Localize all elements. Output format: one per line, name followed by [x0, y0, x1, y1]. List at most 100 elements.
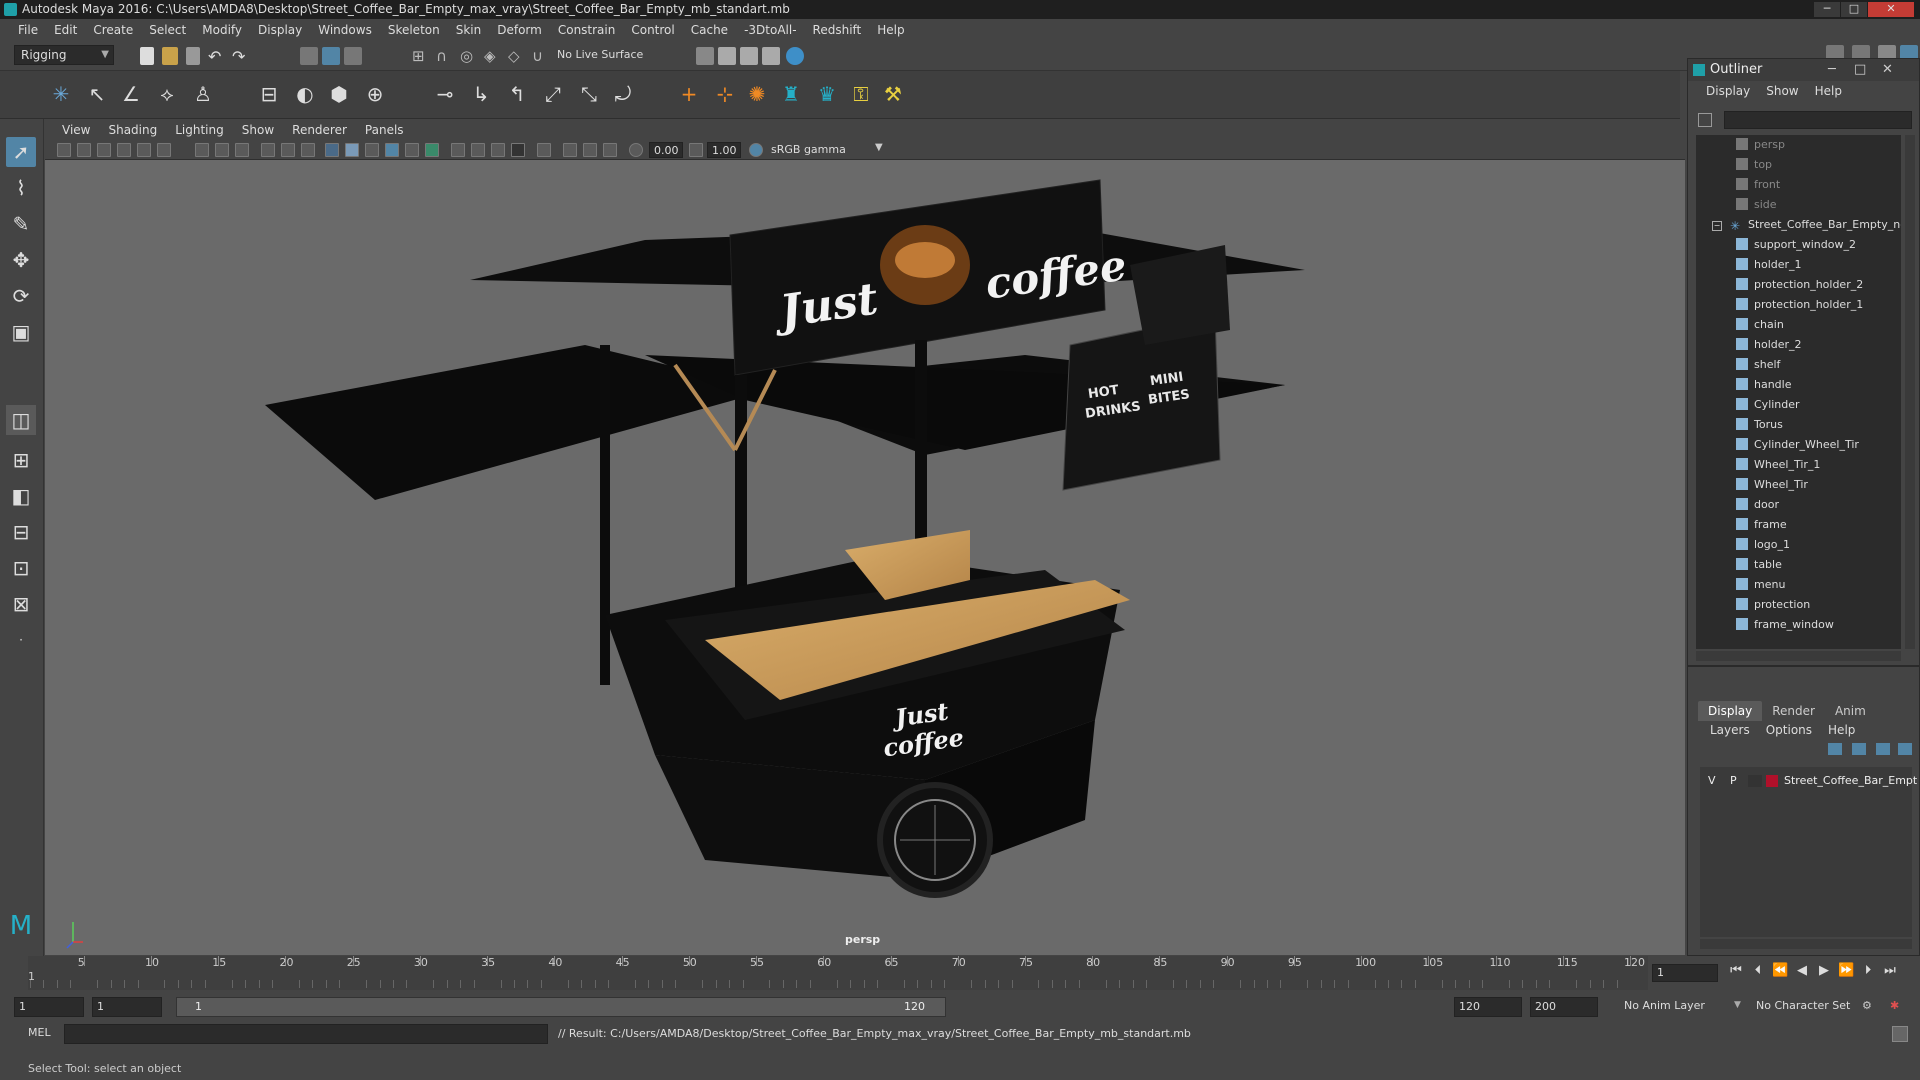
step-back-key-icon[interactable]: ⏴: [1750, 962, 1766, 980]
outliner-vertical-scrollbar[interactable]: [1905, 135, 1915, 649]
image-plane-icon[interactable]: [117, 143, 131, 157]
menuset-dropdown[interactable]: Rigging ▼: [14, 45, 114, 65]
menu-display[interactable]: Display: [250, 23, 310, 37]
anti-alias-icon[interactable]: [491, 143, 505, 157]
safe-action-icon[interactable]: [301, 143, 315, 157]
layer-type-toggle[interactable]: [1748, 775, 1762, 787]
single-pane-icon[interactable]: ◫: [6, 405, 36, 435]
persp-outliner-icon[interactable]: ⊟: [6, 517, 36, 547]
outliner-item-protection-holder-1[interactable]: protection_holder_1: [1736, 295, 1863, 315]
select-component-icon[interactable]: [344, 47, 362, 65]
exposure-field[interactable]: 0.00: [649, 142, 683, 158]
outliner-item-handle[interactable]: handle: [1736, 375, 1792, 395]
ipr-render-icon[interactable]: [740, 47, 758, 65]
outliner-item-holder-2[interactable]: holder_2: [1736, 335, 1802, 355]
snap-view-icon[interactable]: ◈: [484, 47, 502, 65]
layer-visibility-toggle[interactable]: V: [1708, 771, 1716, 791]
close-button[interactable]: ✕: [1868, 2, 1914, 17]
menu-edit[interactable]: Edit: [46, 23, 85, 37]
driven-key-icon[interactable]: ⚿: [848, 81, 874, 107]
menu-deform[interactable]: Deform: [489, 23, 550, 37]
ik-spline-icon[interactable]: ∠: [118, 81, 144, 107]
outliner-close-button[interactable]: ✕: [1882, 59, 1893, 81]
outliner-item-persp[interactable]: persp: [1736, 135, 1785, 155]
outliner-item-shelf[interactable]: shelf: [1736, 355, 1780, 375]
play-forwards-icon[interactable]: ▶: [1816, 962, 1832, 980]
layer-menu-layers[interactable]: Layers: [1702, 723, 1758, 737]
select-hierarchy-icon[interactable]: [300, 47, 318, 65]
move-layer-down-icon[interactable]: [1852, 743, 1866, 755]
tab-render[interactable]: Render: [1762, 701, 1825, 721]
outliner-item-side[interactable]: side: [1736, 195, 1777, 215]
collapse-icon[interactable]: −: [1712, 221, 1722, 231]
resolution-gate-icon[interactable]: [235, 143, 249, 157]
preferences-icon[interactable]: ✱: [1890, 999, 1906, 1015]
animation-start-field[interactable]: 1: [14, 997, 84, 1017]
field-chart-icon[interactable]: [281, 143, 295, 157]
command-language-label[interactable]: MEL: [28, 1026, 51, 1039]
scale-constraint-icon[interactable]: ⤢: [540, 81, 566, 107]
snap-grid-icon[interactable]: ⊞: [412, 47, 430, 65]
gamma-field[interactable]: 1.00: [707, 142, 741, 158]
time-slider[interactable]: 1 5 10 15 20 25 30 35 40 45 50 55 60 65 70 75 80 85 90 95 1…: [0, 956, 1920, 992]
orient-constraint-icon[interactable]: ↰: [504, 81, 530, 107]
four-pane-icon[interactable]: ⊞: [6, 445, 36, 475]
outliner-item-wheel-tir-1[interactable]: Wheel_Tir_1: [1736, 455, 1820, 475]
parent-constraint-icon[interactable]: ⤡: [576, 81, 602, 107]
play-backwards-icon[interactable]: ◀: [1794, 962, 1810, 980]
snap-curve-icon[interactable]: ∩: [436, 47, 454, 65]
hypershade-layout-icon[interactable]: ⊠: [6, 589, 36, 619]
redo-icon[interactable]: ↷: [232, 47, 250, 66]
camera-attributes-icon[interactable]: [77, 143, 91, 157]
layer-menu-options[interactable]: Options: [1758, 723, 1820, 737]
script-editor-icon[interactable]: [1892, 1026, 1908, 1042]
joint-tool-icon[interactable]: ✳: [48, 81, 74, 107]
current-frame-field[interactable]: 1: [1652, 964, 1718, 982]
outliner-menu-display[interactable]: Display: [1698, 84, 1758, 98]
menu-file[interactable]: File: [10, 23, 46, 37]
side-by-side-icon[interactable]: ◧: [6, 481, 36, 511]
outliner-menu-help[interactable]: Help: [1807, 84, 1850, 98]
menu-skin[interactable]: Skin: [448, 23, 490, 37]
gate-mask-icon[interactable]: [261, 143, 275, 157]
aim-constraint-icon[interactable]: ↳: [468, 81, 494, 107]
step-forward-icon[interactable]: ⏩: [1838, 962, 1854, 980]
outliner-item-cylinder-wheel-tir[interactable]: Cylinder_Wheel_Tir: [1736, 435, 1859, 455]
outliner-item-protection-holder-2[interactable]: protection_holder_2: [1736, 275, 1863, 295]
outliner-item-group[interactable]: − ✳ Street_Coffee_Bar_Empty_nc: [1712, 215, 1901, 235]
outliner-item-top[interactable]: top: [1736, 155, 1772, 175]
menu-constrain[interactable]: Constrain: [550, 23, 624, 37]
color-management-icon[interactable]: [749, 143, 763, 157]
point-constraint-icon[interactable]: ⊸: [432, 81, 458, 107]
lasso-tool-icon[interactable]: ⌇: [6, 173, 36, 203]
live-surface-field[interactable]: No Live Surface: [553, 47, 655, 65]
outliner-item-menu[interactable]: menu: [1736, 575, 1785, 595]
tab-display[interactable]: Display: [1698, 701, 1763, 721]
command-input[interactable]: [64, 1024, 548, 1044]
outliner-item-frame-window[interactable]: frame_window: [1736, 615, 1834, 635]
range-slider-bar[interactable]: 1 120: [176, 997, 946, 1017]
bookmark-icon[interactable]: [97, 143, 111, 157]
gamma-icon[interactable]: [689, 143, 703, 157]
outliner-item-protection[interactable]: protection: [1736, 595, 1810, 615]
outliner-item-chain[interactable]: chain: [1736, 315, 1784, 335]
grease-pencil-icon[interactable]: [157, 143, 171, 157]
outliner-minimize-button[interactable]: ─: [1828, 59, 1836, 81]
character-set-icon[interactable]: ♜: [778, 81, 804, 107]
refresh-icon[interactable]: [1698, 113, 1712, 127]
menu-redshift[interactable]: Redshift: [805, 23, 870, 37]
wireframe-icon[interactable]: [325, 143, 339, 157]
layer-menu-help[interactable]: Help: [1820, 723, 1863, 737]
time-ruler[interactable]: 1 5 10 15 20 25 30 35 40 45 50 55 60 65 70 75 80 85 90 95 1…: [28, 956, 1648, 990]
textured-icon[interactable]: [385, 143, 399, 157]
cluster-icon[interactable]: ⊹: [712, 81, 738, 107]
xray-joints-icon[interactable]: [583, 143, 597, 157]
menu-cache[interactable]: Cache: [683, 23, 736, 37]
camera-select-icon[interactable]: [57, 143, 71, 157]
rig-script-icon[interactable]: ⚒: [880, 81, 906, 107]
humanik-icon[interactable]: ♙: [190, 81, 216, 107]
outliner-item-cylinder[interactable]: Cylinder: [1736, 395, 1800, 415]
locator-icon[interactable]: +: [676, 81, 702, 107]
menu-modify[interactable]: Modify: [194, 23, 250, 37]
open-scene-icon[interactable]: [162, 47, 178, 65]
